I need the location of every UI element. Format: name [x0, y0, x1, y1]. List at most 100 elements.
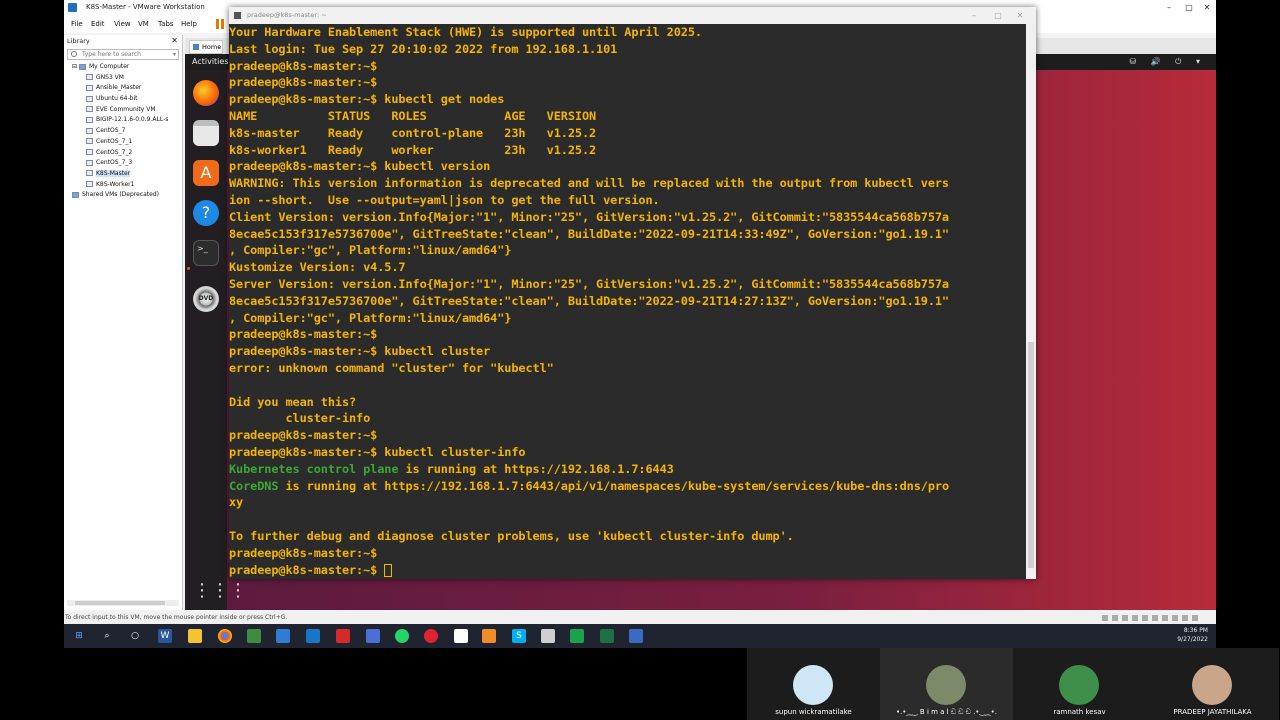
firefox-icon[interactable] [193, 80, 219, 106]
terminal-line: pradeep@k8s-master:~$ kubectl get nodes [229, 91, 1026, 108]
menu-view[interactable]: View [114, 15, 131, 33]
minimize-icon[interactable]: – [1160, 0, 1178, 15]
app-icon-2[interactable] [276, 629, 290, 643]
menu-help[interactable]: Help [181, 15, 197, 33]
terminal-close-icon[interactable]: ✕ [1010, 7, 1030, 24]
library-item[interactable]: Ubuntu 64-bit [64, 94, 182, 105]
terminal-text: error: unknown command "cluster" for "ku… [229, 360, 554, 375]
pause-icon[interactable] [216, 19, 224, 29]
library-scroll-thumb[interactable] [75, 601, 165, 605]
system-tray[interactable]: ⛁ 🔊 ⏻ ▾ [1129, 54, 1206, 70]
library-item-label: CentOS_7_1 [96, 137, 133, 145]
library-item[interactable]: ⊟ My Computer [64, 62, 182, 73]
help-icon[interactable]: ? [193, 200, 219, 226]
library-item[interactable]: Ansible_Master [64, 83, 182, 94]
outlook-icon[interactable] [306, 629, 320, 643]
library-item[interactable]: Shared VMs (Deprecated) [64, 190, 182, 201]
terminal-tab-icon [234, 12, 241, 19]
windows-taskbar: ⊞ ⌕ ○ W S 8:36 PM 9/27/2022 [64, 624, 1216, 648]
opera-icon[interactable] [424, 629, 438, 643]
library-item[interactable]: EVE Community VM [64, 105, 182, 116]
clock-date: 9/27/2022 [1177, 636, 1208, 643]
chrome-icon[interactable] [218, 629, 232, 643]
show-apps-icon[interactable]: ⋮⋮⋮ [193, 578, 247, 604]
menu-tabs[interactable]: Tabs [158, 15, 174, 33]
app-icon-4[interactable] [366, 629, 380, 643]
terminal-scroll-thumb[interactable] [1028, 342, 1034, 568]
terminal-highlight-text: Kubernetes control plane [229, 461, 399, 476]
terminal-line: k8s-master Ready control-plane 23h v1.25… [229, 125, 1026, 142]
library-item[interactable]: CentOS_7_3 [64, 158, 182, 169]
terminal-text: Kustomize Version: v4.5.7 [229, 260, 406, 275]
terminal-line: 8ecae5c153f317e5736700e", GitTreeState:"… [229, 293, 1026, 310]
excel-icon[interactable] [600, 629, 614, 643]
vm-icon [86, 149, 93, 155]
menu-file[interactable]: File [71, 15, 83, 33]
terminal-minimize-icon[interactable]: – [964, 7, 984, 24]
library-item[interactable]: CentOS_7 [64, 126, 182, 137]
terminal-text: Server Version: version.Info{Major:"1", … [229, 276, 949, 291]
library-item[interactable]: CentOS_7_2 [64, 148, 182, 159]
library-close-icon[interactable]: ✕ [171, 35, 178, 47]
library-item-label: BIGIP-12.1.6-0.0.9.ALL-s [96, 116, 169, 124]
whatsapp-icon[interactable] [395, 629, 409, 643]
cortana-icon[interactable]: ○ [128, 629, 142, 643]
terminal-output[interactable]: Your Hardware Enablement Stack (HWE) is … [229, 24, 1026, 579]
vmware-statusbar: To direct input to this VM, move the mou… [64, 612, 1216, 624]
library-scrollbar[interactable] [67, 600, 179, 606]
terminal-maximize-icon[interactable]: □ [988, 7, 1008, 24]
search-icon[interactable]: ⌕ [100, 629, 114, 643]
terminal-line: cluster-info [229, 410, 1026, 427]
terminal-text: pradeep@k8s-master:~$ [229, 428, 378, 443]
software-store-icon[interactable]: A [193, 160, 219, 186]
chevron-down-icon[interactable]: ▾ [173, 50, 176, 59]
library-item[interactable]: GNS3 VM [64, 73, 182, 84]
computer-icon [78, 63, 86, 70]
library-item[interactable]: BIGIP-12.1.6-0.0.9.ALL-s [64, 115, 182, 126]
participant-tile[interactable]: •.•⁔‿ B i m a l ඩ ඩ ඩ .•‿⁔•. [880, 648, 1013, 720]
terminal-highlight-text: CoreDNS [229, 478, 279, 493]
app-icon-7[interactable] [629, 629, 643, 643]
expand-icon[interactable]: ⊟ [72, 63, 79, 70]
tab-home[interactable]: Home [189, 40, 223, 54]
search-icon [71, 51, 77, 57]
participant-tile[interactable]: PRADEEP JAYATHILAKA [1146, 648, 1279, 720]
taskbar-clock[interactable]: 8:36 PM 9/27/2022 [1177, 626, 1208, 644]
library-title: Library [67, 37, 90, 45]
terminal-line: pradeep@k8s-master:~$ [229, 545, 1026, 562]
participant-tile[interactable]: ramnath kesav [1013, 648, 1146, 720]
files-icon[interactable] [193, 120, 219, 146]
library-search-input[interactable]: Type here to search ▾ [67, 49, 179, 60]
app-icon-5[interactable] [541, 629, 555, 643]
app-icon-3[interactable] [336, 629, 350, 643]
terminal-icon[interactable]: >_ [193, 240, 219, 266]
close-icon[interactable]: ✕ [1198, 0, 1216, 15]
dvd-icon[interactable]: DVD [193, 286, 219, 312]
menu-edit[interactable]: Edit [91, 15, 105, 33]
maximize-icon[interactable]: □ [1180, 0, 1198, 15]
windows-start-icon[interactable]: ⊞ [72, 629, 86, 643]
terminal-text: ion --short. Use --output=yaml|json to g… [229, 192, 660, 207]
activities-button[interactable]: Activities [192, 54, 229, 70]
skype-icon[interactable]: S [512, 629, 526, 643]
participant-tile[interactable]: supun wickramatilake [747, 648, 880, 720]
terminal-text: k8s-master Ready control-plane 23h v1.25… [229, 125, 597, 140]
app-icon-6[interactable] [570, 629, 584, 643]
terminal-scrollbar[interactable] [1026, 24, 1036, 579]
vlc-icon[interactable] [482, 629, 496, 643]
word-icon[interactable]: W [158, 629, 172, 643]
terminal-line: pradeep@k8s-master:~$ [229, 58, 1026, 75]
device-status-icons[interactable] [1102, 615, 1202, 621]
terminal-window[interactable]: pradeep@k8s-master: ~ – □ ✕ Your Hardwar… [229, 7, 1036, 579]
avatar [1059, 665, 1099, 705]
app-icon-1[interactable] [247, 629, 261, 643]
library-item[interactable]: K8S-Worker1 [64, 180, 182, 191]
notepad-icon[interactable] [454, 629, 468, 643]
library-item[interactable]: CentOS_7_1 [64, 137, 182, 148]
library-item[interactable]: K8S-Master [64, 169, 182, 180]
avatar [793, 665, 833, 705]
menu-vm[interactable]: VM [138, 15, 149, 33]
vm-icon [86, 74, 93, 81]
file-explorer-icon[interactable] [188, 629, 202, 643]
